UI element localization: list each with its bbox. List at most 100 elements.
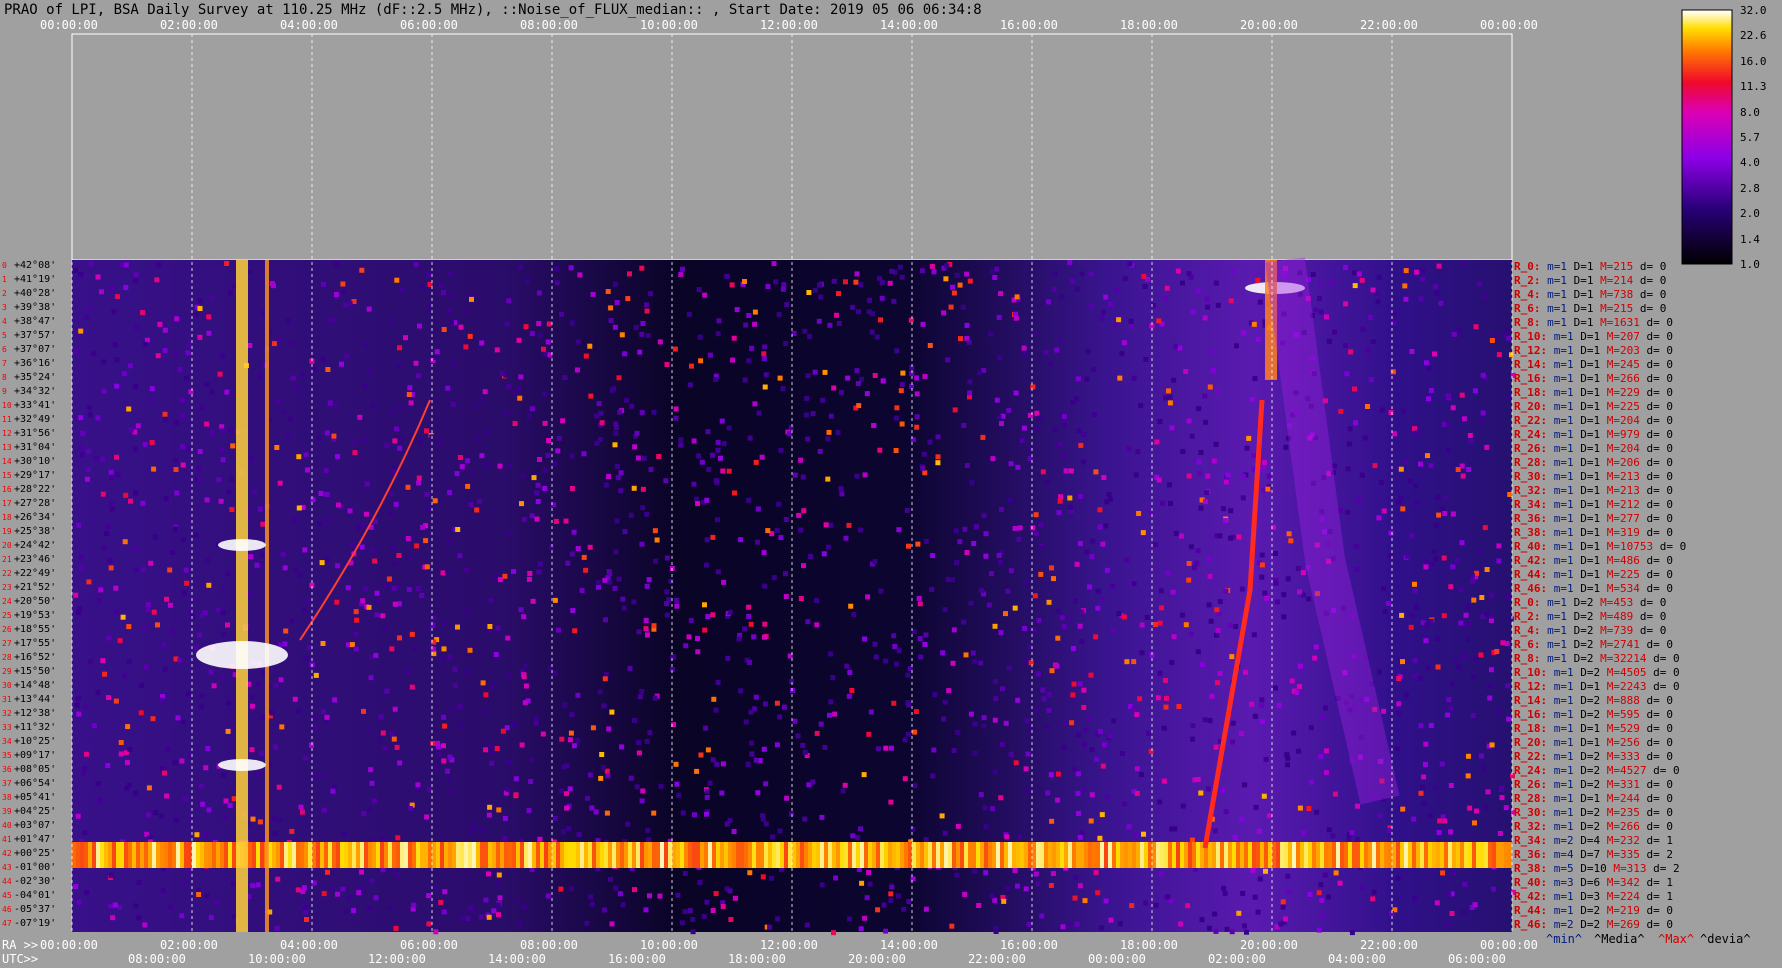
heatmap-cell: [612, 442, 618, 448]
heatmap-cell: [535, 482, 541, 488]
heatmap-cell: [1005, 588, 1011, 594]
band-cell: [1264, 842, 1268, 868]
heatmap-cell: [988, 331, 994, 337]
heatmap-cell: [921, 451, 927, 457]
heatmap-cell: [114, 609, 120, 615]
colorbar-segment: [1682, 18, 1732, 20]
heatmap-cell: [784, 302, 790, 308]
heatmap-cell: [1106, 491, 1112, 497]
heatmap-cell: [846, 522, 852, 528]
heatmap-cell: [1372, 463, 1378, 469]
heatmap-cell: [1320, 913, 1326, 919]
beam-stat-r: R_46:: [1514, 582, 1554, 595]
heatmap-cell: [1295, 566, 1301, 571]
heatmap-cell: [1046, 299, 1051, 305]
heatmap-cell: [624, 397, 630, 403]
heatmap-cell: [967, 390, 973, 396]
band-cell: [864, 842, 868, 868]
band-cell: [1156, 842, 1160, 868]
colorbar-segment: [1682, 38, 1732, 40]
declination-label: +40°28': [14, 288, 57, 299]
band-cell: [172, 842, 176, 868]
heatmap-cell: [992, 897, 998, 903]
band-cell: [1128, 842, 1132, 868]
heatmap-cell: [249, 747, 255, 753]
heatmap-cell: [395, 835, 401, 841]
heatmap-cell: [989, 571, 994, 577]
heatmap-cell: [517, 395, 523, 401]
heatmap-cell: [1249, 397, 1255, 402]
colorbar-segment: [1682, 194, 1732, 196]
heatmap-cell: [479, 340, 485, 346]
heatmap-cell: [1453, 657, 1459, 663]
beam-stat-h: M=32214: [1600, 652, 1654, 665]
heatmap-cell: [687, 908, 693, 914]
heatmap-cell: [672, 346, 678, 352]
band-cell: [796, 842, 800, 868]
heatmap-cell: [967, 379, 973, 385]
band-cell: [1396, 842, 1400, 868]
declination-label: +27°28': [14, 498, 57, 509]
band-cell: [704, 842, 708, 868]
colorbar-segment: [1682, 22, 1732, 24]
band-cell: [152, 842, 156, 868]
heatmap-cell: [1088, 303, 1094, 309]
heatmap-cell: [415, 586, 421, 591]
heatmap-cell: [978, 660, 984, 666]
heatmap-cell: [1382, 609, 1388, 614]
colorbar-segment: [1682, 220, 1732, 222]
heatmap-cell: [1448, 829, 1454, 835]
heatmap-cell: [696, 453, 702, 459]
heatmap-cell: [1205, 786, 1211, 792]
beam-stat-h: M=534: [1606, 582, 1647, 595]
heatmap-cell: [607, 579, 613, 585]
heatmap-cell: [1159, 605, 1164, 611]
heatmap-cell: [958, 336, 963, 342]
heatmap-cell: [1478, 753, 1484, 759]
heatmap-cell: [905, 672, 911, 678]
heatmap-cell: [628, 775, 634, 781]
heatmap-cell: [571, 743, 577, 749]
heatmap-cell: [469, 296, 474, 302]
heatmap-cell: [964, 322, 970, 328]
heatmap-cell: [1446, 697, 1452, 703]
band-cell: [960, 842, 964, 868]
heatmap-cell: [1090, 538, 1096, 544]
heatmap-cell: [519, 742, 525, 748]
heatmap-cell: [317, 521, 323, 527]
heatmap-cell: [206, 582, 212, 588]
heatmap-cell: [516, 337, 522, 343]
heatmap-cell: [353, 631, 359, 637]
colorbar-segment: [1682, 64, 1732, 66]
heatmap-cell: [1167, 400, 1173, 406]
heatmap-cell: [999, 421, 1004, 427]
heatmap-cell: [871, 423, 877, 428]
heatmap-cell: [912, 783, 918, 789]
heatmap-cell: [822, 369, 828, 375]
beam-stat-m: m=1: [1547, 638, 1574, 651]
heatmap-cell: [521, 614, 527, 620]
heatmap-cell: [260, 835, 266, 841]
heatmap-cell: [1440, 870, 1446, 876]
heatmap-cell: [914, 391, 920, 397]
heatmap-cell: [1017, 525, 1023, 531]
heatmap-cell: [413, 262, 419, 268]
beam-stat-v: d= 0: [1646, 708, 1674, 721]
heatmap-cell: [1450, 870, 1456, 876]
beam-stat-m: m=1: [1553, 680, 1581, 693]
heatmap-cell: [594, 440, 600, 446]
heatmap-cell: [1249, 701, 1255, 707]
band-cell: [1448, 842, 1452, 868]
heatmap-cell: [301, 885, 307, 891]
heatmap-cell: [1156, 477, 1162, 483]
band-cell: [256, 842, 260, 868]
heatmap-cell: [1111, 718, 1117, 724]
heatmap-cell: [1032, 627, 1038, 633]
heatmap-cell: [168, 904, 174, 910]
band-cell: [776, 842, 780, 868]
heatmap-cell: [91, 351, 96, 357]
heatmap-cell: [388, 510, 394, 516]
heatmap-cell: [1456, 327, 1462, 333]
heatmap-cell: [76, 696, 82, 702]
colorbar-segment: [1682, 102, 1732, 104]
